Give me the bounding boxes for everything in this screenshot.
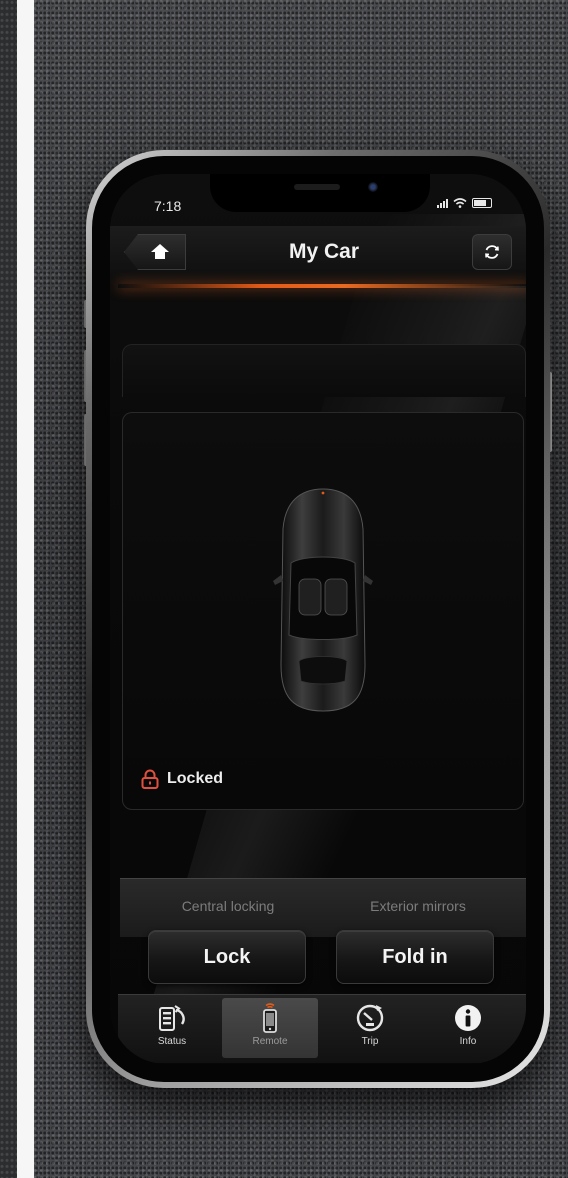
lock-status: Locked — [141, 769, 223, 789]
refresh-button[interactable] — [472, 234, 512, 270]
phone-frame: 7:18 My Car Locked Central locking Exter… — [86, 150, 550, 1088]
battery-icon — [472, 198, 492, 208]
info-panel-top — [122, 344, 526, 397]
fold-in-button[interactable]: Fold in — [336, 930, 494, 984]
exterior-mirrors-label: Exterior mirrors — [370, 898, 466, 914]
vehicle-panel: Locked — [122, 412, 524, 810]
trip-icon — [356, 1004, 384, 1032]
phone-bezel: 7:18 My Car Locked Central locking Exter… — [92, 156, 544, 1082]
central-locking-label: Central locking — [181, 898, 275, 914]
status-icon — [159, 1005, 185, 1031]
page-title: My Car — [288, 240, 360, 263]
tab-remote[interactable]: Remote — [222, 998, 318, 1058]
tab-remote-label: Remote — [252, 1036, 288, 1047]
app-screen: 7:18 My Car Locked Central locking Exter… — [110, 174, 526, 1064]
tab-status-label: Status — [157, 1036, 187, 1047]
lock-button[interactable]: Lock — [148, 930, 306, 984]
tab-trip[interactable]: Trip — [322, 998, 418, 1058]
remote-icon — [263, 1003, 277, 1033]
info-icon — [455, 1005, 481, 1031]
lock-icon — [141, 769, 159, 789]
background-left-strip — [0, 0, 17, 1178]
car-top-view-image — [273, 488, 373, 712]
header-accent-line — [118, 284, 526, 288]
wifi-icon — [453, 198, 467, 208]
tab-status[interactable]: Status — [124, 998, 220, 1058]
status-icons — [437, 198, 492, 208]
refresh-icon — [485, 245, 499, 259]
phone-notch — [210, 174, 430, 212]
tab-info-label: Info — [459, 1036, 477, 1047]
lock-status-label: Locked — [167, 770, 224, 787]
signal-icon — [437, 198, 448, 208]
earpiece-speaker — [294, 184, 340, 190]
tab-trip-label: Trip — [361, 1036, 379, 1047]
background-road-marking — [17, 0, 34, 1178]
tab-info[interactable]: Info — [420, 998, 516, 1058]
status-time: 7:18 — [154, 198, 182, 214]
front-camera — [368, 182, 378, 192]
